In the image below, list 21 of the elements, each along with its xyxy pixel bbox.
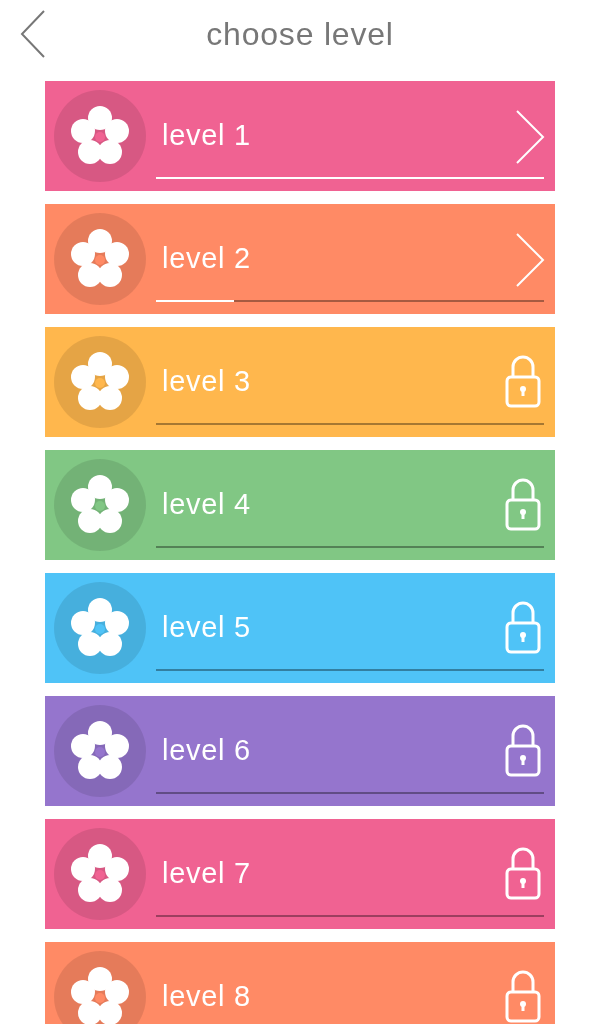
level-card[interactable]: level 5	[45, 573, 555, 683]
level-card[interactable]: level 8	[45, 942, 555, 1024]
chevron-right-icon[interactable]	[515, 233, 545, 287]
flower-icon	[68, 965, 132, 1024]
level-card[interactable]: level 6	[45, 696, 555, 806]
level-card[interactable]: level 2	[45, 204, 555, 314]
back-icon[interactable]	[20, 10, 46, 58]
level-label: level 6	[162, 736, 251, 765]
level-label: level 5	[162, 613, 251, 642]
page-title: choose level	[206, 15, 394, 54]
level-label: level 3	[162, 367, 251, 396]
chevron-right-icon[interactable]	[515, 110, 545, 164]
level-card[interactable]: level 3	[45, 327, 555, 437]
level-card[interactable]: level 4	[45, 450, 555, 560]
level-label: level 7	[162, 859, 251, 888]
level-label: level 2	[162, 244, 251, 273]
level-label: level 8	[162, 982, 251, 1011]
level-card[interactable]: level 7	[45, 819, 555, 929]
level-label: level 4	[162, 490, 251, 519]
level-card[interactable]: level 1	[45, 81, 555, 191]
level-label: level 1	[162, 121, 251, 150]
